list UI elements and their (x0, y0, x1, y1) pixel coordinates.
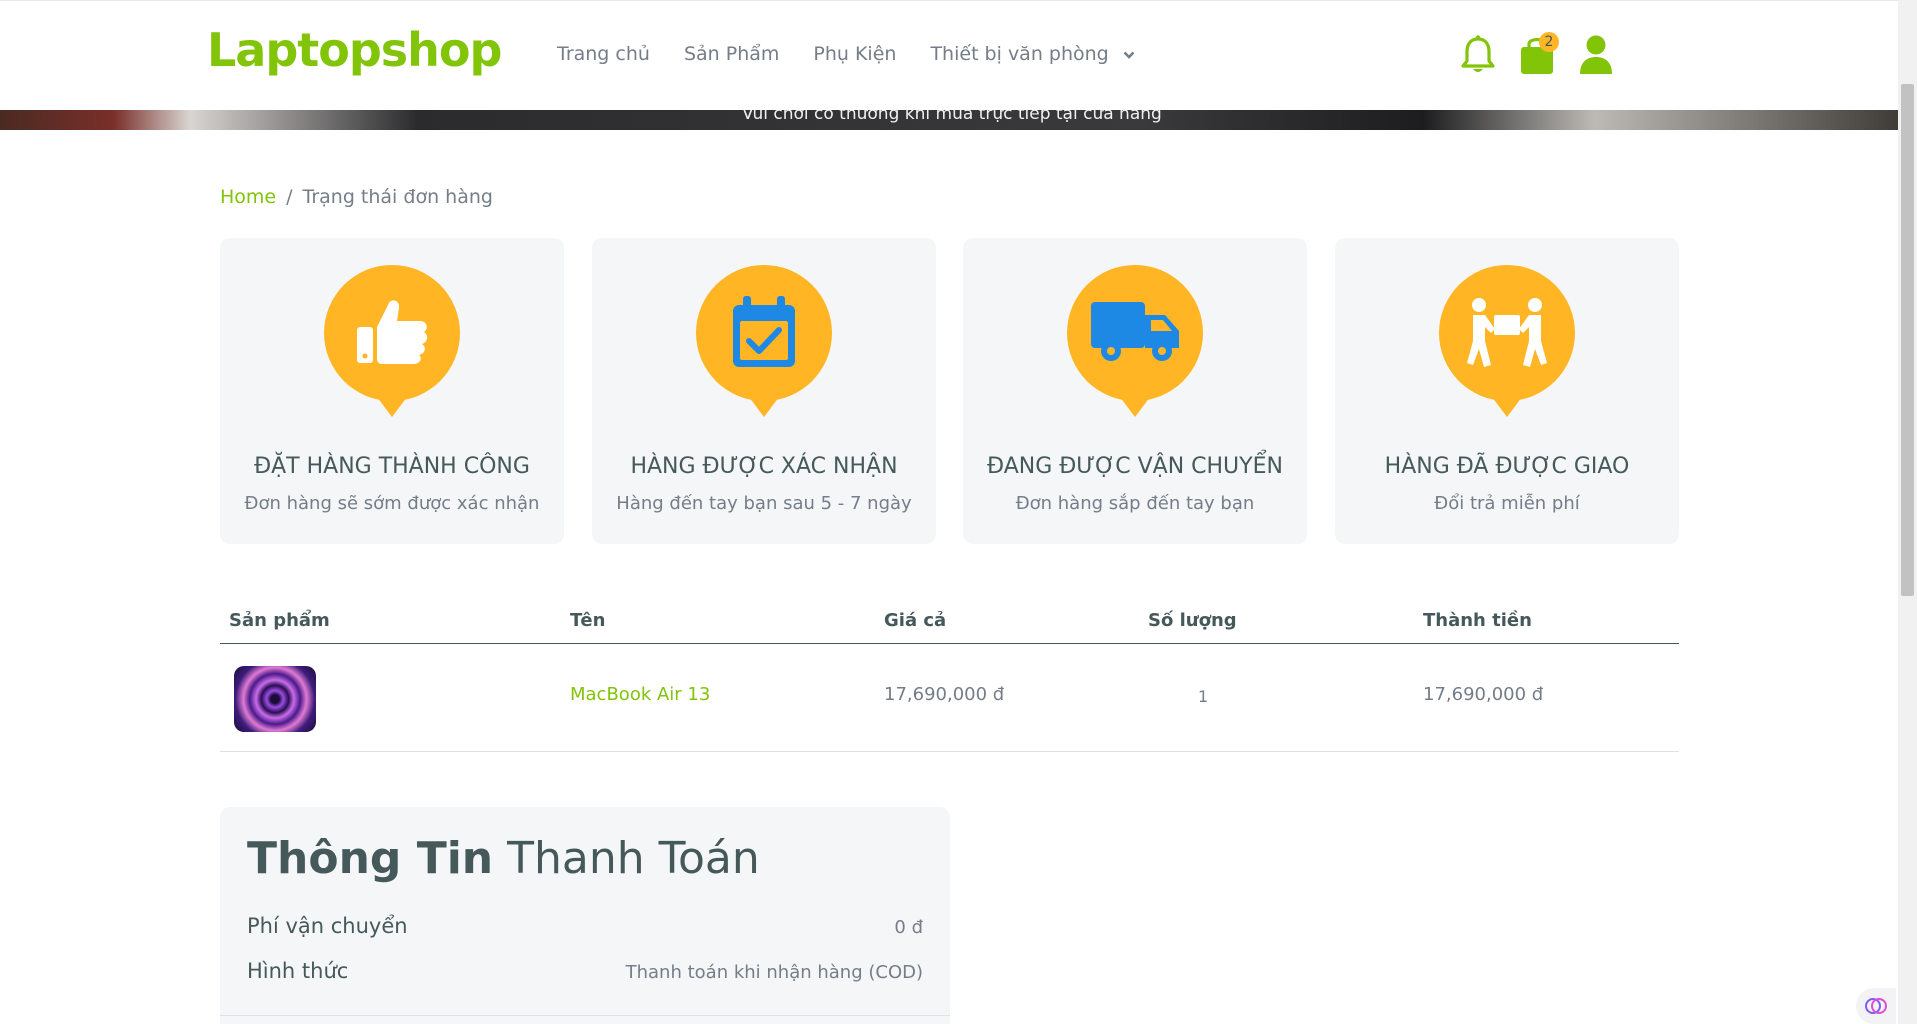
thumbs-up-icon (324, 265, 460, 417)
nav-item-products[interactable]: Sản Phẩm (684, 43, 779, 65)
main-nav: Trang chủ Sản Phẩm Phụ Kiện Thiết bị văn… (557, 43, 1135, 65)
people-carry-box-icon (1439, 265, 1575, 417)
breadcrumb-home-link[interactable]: Home (220, 186, 276, 208)
payment-method-label: Hình thức (247, 959, 349, 983)
status-card-confirmed: HÀNG ĐƯỢC XÁC NHẬN Hàng đến tay bạn sau … (592, 238, 936, 544)
calendar-check-icon (696, 265, 832, 417)
hero-banner-strip: Vui chơi có thưởng khi mua trực tiếp tại… (0, 110, 1898, 130)
column-header-product: Sản phẩm (229, 610, 330, 631)
column-header-price: Giá cả (884, 610, 947, 631)
status-card-subtitle: Đổi trả miễn phí (1434, 493, 1580, 514)
status-card-title: HÀNG ĐƯỢC XÁC NHẬN (630, 454, 898, 479)
nav-dropdown-label: Thiết bị văn phòng (930, 43, 1109, 65)
status-card-subtitle: Đơn hàng sẽ sớm được xác nhận (244, 493, 540, 514)
nav-item-home[interactable]: Trang chủ (557, 43, 650, 65)
nav-item-office-devices[interactable]: Thiết bị văn phòng (930, 43, 1135, 65)
chevron-down-icon (1123, 51, 1135, 59)
cart-count-badge: 2 (1539, 32, 1559, 52)
order-table-header: Sản phẩm Tên Giá cả Số lượng Thành tiền (220, 608, 1679, 644)
column-header-total: Thành tiền (1423, 610, 1532, 631)
breadcrumb: Home / Trạng thái đơn hàng (220, 186, 493, 208)
status-card-order-placed: ĐẶT HÀNG THÀNH CÔNG Đơn hàng sẽ sớm được… (220, 238, 564, 544)
payment-title-rest: Thanh Toán (507, 833, 760, 884)
shipping-fee-label: Phí vận chuyển (247, 914, 408, 938)
column-header-quantity: Số lượng (1148, 610, 1237, 631)
page-scrollbar[interactable] (1898, 0, 1917, 1024)
browser-extension-button[interactable] (1856, 988, 1896, 1024)
breadcrumb-separator: / (286, 186, 293, 208)
user-icon[interactable] (1576, 33, 1616, 77)
payment-method-value: Thanh toán khi nhận hàng (COD) (625, 962, 923, 983)
payment-title-bold: Thông Tin (247, 833, 494, 884)
status-card-title: HÀNG ĐÃ ĐƯỢC GIAO (1384, 454, 1630, 479)
status-card-subtitle: Hàng đến tay bạn sau 5 - 7 ngày (616, 493, 912, 514)
header-navbar: Laptopshop Trang chủ Sản Phẩm Phụ Kiện T… (0, 0, 1898, 110)
status-card-title: ĐANG ĐƯỢC VẬN CHUYỂN (987, 454, 1283, 479)
bell-icon[interactable] (1458, 33, 1498, 77)
product-thumbnail[interactable] (234, 666, 316, 732)
column-header-name: Tên (570, 610, 606, 631)
status-card-title: ĐẶT HÀNG THÀNH CÔNG (254, 454, 530, 479)
site-logo[interactable]: Laptopshop (207, 23, 502, 77)
table-row: MacBook Air 13 17,690,000 đ 1 17,690,000… (220, 644, 1679, 752)
status-card-shipping: ĐANG ĐƯỢC VẬN CHUYỂN Đơn hàng sắp đến ta… (963, 238, 1307, 544)
product-name-link[interactable]: MacBook Air 13 (570, 684, 710, 705)
status-card-delivered: HÀNG ĐÃ ĐƯỢC GIAO Đổi trả miễn phí (1335, 238, 1679, 544)
scrollbar-thumb[interactable] (1901, 84, 1914, 596)
brain-icon (1865, 998, 1887, 1014)
payment-info-box: Thông Tin Thanh Toán Phí vận chuyển 0 đ … (220, 807, 950, 1024)
nav-item-accessories[interactable]: Phụ Kiện (813, 43, 896, 65)
payment-divider (220, 1015, 950, 1016)
product-price: 17,690,000 đ (884, 684, 1005, 705)
shipping-fee-value: 0 đ (894, 917, 923, 938)
status-card-subtitle: Đơn hàng sắp đến tay bạn (1015, 493, 1255, 514)
product-quantity: 1 (1198, 687, 1209, 706)
payment-info-title: Thông Tin Thanh Toán (247, 833, 760, 884)
breadcrumb-current: Trạng thái đơn hàng (302, 186, 493, 208)
banner-text: Vui chơi có thưởng khi mua trực tiếp tại… (742, 110, 1162, 124)
product-line-total: 17,690,000 đ (1423, 684, 1544, 705)
truck-icon (1067, 265, 1203, 417)
